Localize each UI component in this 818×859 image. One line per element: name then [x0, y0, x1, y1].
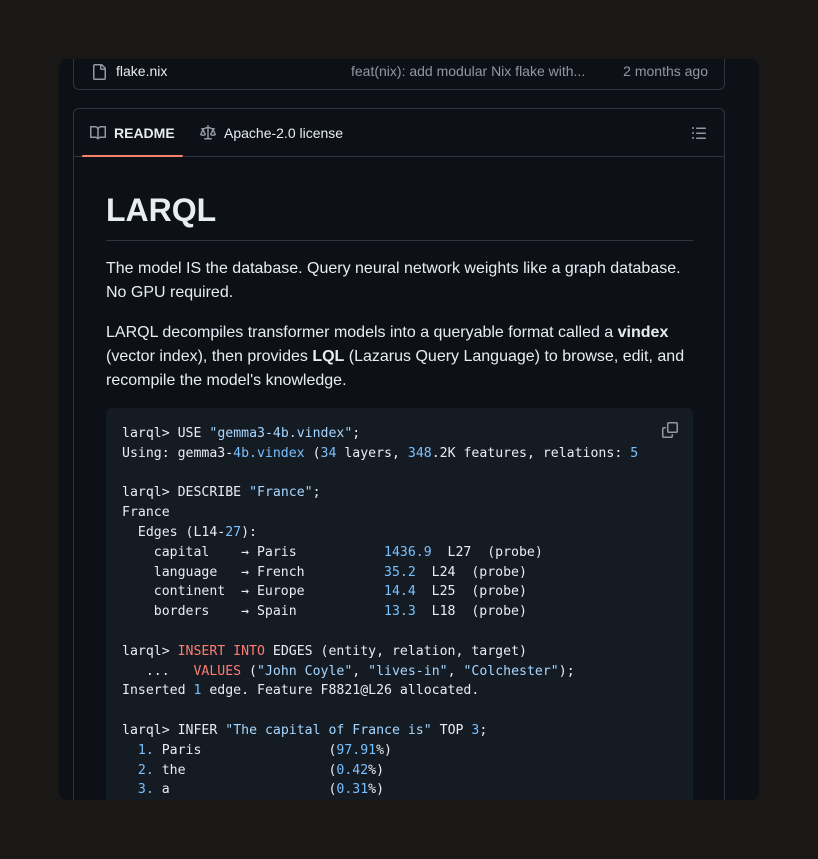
- repo-page: flake.nix feat(nix): add modular Nix fla…: [59, 59, 759, 800]
- tab-license[interactable]: Apache-2.0 license: [200, 109, 343, 156]
- readme-title: LARQL: [106, 190, 693, 241]
- readme-tabs: README Apache-2.0 license: [74, 109, 724, 157]
- edge-line: borders → Spain 13.3 L18 (probe): [122, 604, 527, 620]
- file-icon: [93, 64, 106, 80]
- code-line: France: [122, 505, 170, 521]
- infer-result-line: 1. Paris (97.91%): [137, 742, 392, 758]
- result-rank: 3.: [137, 782, 154, 798]
- code-line: Edges (L14-27):: [122, 524, 257, 540]
- readme-panel: README Apache-2.0 license LARQL The mode…: [73, 108, 725, 800]
- code-line: larql> INSERT INTO EDGES (entity, relati…: [122, 643, 527, 659]
- code-line: larql> USE "gemma3-4b.vindex";: [122, 426, 361, 441]
- file-name-link[interactable]: flake.nix: [116, 63, 167, 79]
- code-line: Inserted 1 edge. Feature F8821@L26 alloc…: [122, 683, 480, 699]
- result-rank: 2.: [137, 762, 154, 778]
- edge-line: language → French 35.2 L24 (probe): [122, 564, 527, 580]
- list-outline-icon[interactable]: [691, 125, 707, 141]
- commit-time: 2 months ago: [623, 63, 708, 79]
- edge-score: 1436.9: [384, 544, 432, 560]
- edge-line: continent → Europe 14.4 L25 (probe): [122, 584, 527, 600]
- code-line: larql> DESCRIBE "France";: [122, 485, 321, 501]
- commit-message-link[interactable]: feat(nix): add modular Nix flake with...: [351, 63, 585, 79]
- result-pct: 0.42: [336, 762, 369, 778]
- code-line: larql> INFER "The capital of France is" …: [122, 722, 488, 738]
- law-scale-icon: [200, 124, 216, 139]
- result-pct: 0.31: [336, 782, 369, 798]
- edge-line: capital → Paris 1436.9 L27 (probe): [122, 544, 543, 560]
- code-line: ... VALUES ("John Coyle", "lives-in", "C…: [122, 663, 575, 679]
- code-text: larql> USE "gemma3-4b.vindex"; Using: gem…: [122, 424, 638, 800]
- file-list-row[interactable]: flake.nix feat(nix): add modular Nix fla…: [73, 59, 725, 90]
- tab-readme[interactable]: README: [82, 109, 183, 157]
- infer-result-line: 3. a (0.31%): [137, 782, 385, 798]
- readme-description: LARQL decompiles transformer models into…: [106, 324, 685, 389]
- tab-license-label: Apache-2.0 license: [224, 124, 344, 141]
- result-rank: 1.: [137, 742, 154, 758]
- book-icon: [90, 125, 106, 139]
- result-pct: 97.91: [336, 742, 377, 758]
- tab-readme-label: README: [114, 124, 175, 141]
- edge-score: 13.3: [384, 604, 416, 620]
- edge-score: 35.2: [384, 564, 416, 580]
- code-line: Using: gemma3-4b.vindex (34 layers, 348.…: [122, 445, 639, 461]
- edge-score: 14.4: [384, 584, 416, 600]
- copy-icon[interactable]: [662, 422, 678, 438]
- readme-intro: The model IS the database. Query neural …: [106, 260, 681, 301]
- infer-result-line: 2. the (0.42%): [137, 762, 385, 778]
- code-block: larql> USE "gemma3-4b.vindex"; Using: gem…: [106, 408, 693, 800]
